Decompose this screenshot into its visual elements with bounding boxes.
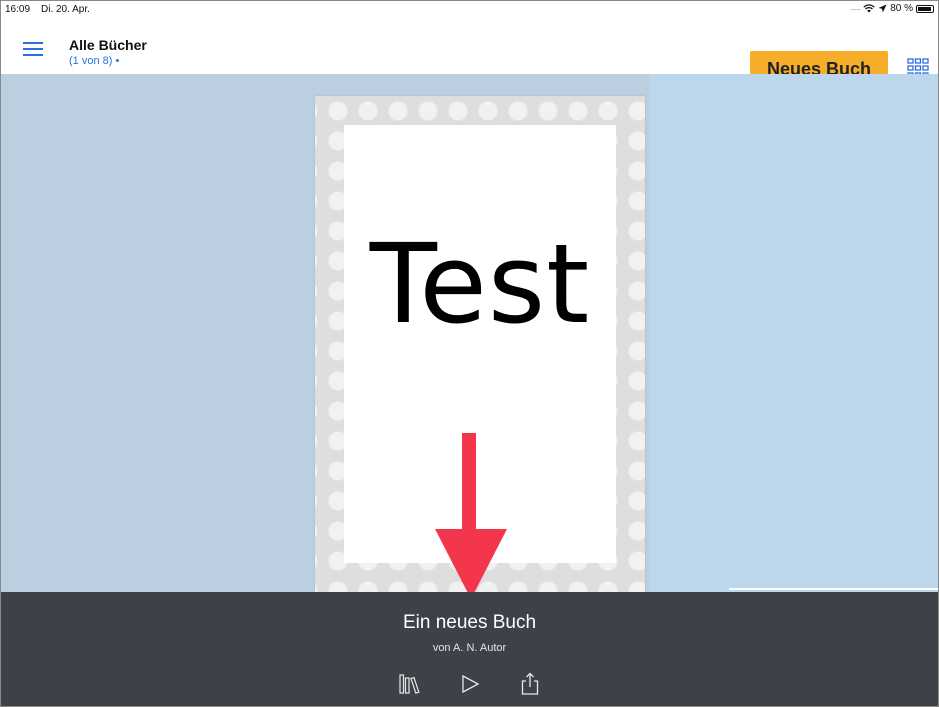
status-time: 16:09: [5, 4, 31, 15]
book-details-panel: Ein neues Buch von A. N. Autor: [1, 592, 938, 706]
status-bar: 16:09 Di. 20. Apr. ····· 80 %: [1, 1, 938, 19]
book-author: von A. N. Autor: [432, 642, 507, 654]
battery-icon: [916, 4, 934, 13]
nav-bar: Alle Bücher (1 von 8) • Neues Buch: [1, 19, 938, 88]
wifi-icon: [863, 4, 875, 13]
book-count-subtitle[interactable]: (1 von 8) •: [69, 55, 119, 67]
annotation-arrow: [435, 433, 507, 599]
share-icon[interactable]: [518, 672, 542, 696]
signal-dots-icon: ·····: [850, 3, 861, 14]
book-cover-title: Test: [369, 220, 591, 348]
status-indicators: ····· 80 %: [850, 3, 934, 14]
book-title: Ein neues Buch: [402, 612, 537, 633]
location-icon: [878, 4, 887, 13]
battery-percent: 80 %: [890, 3, 913, 14]
divider: [729, 588, 938, 590]
library-icon[interactable]: [398, 672, 422, 696]
hamburger-menu-icon[interactable]: [23, 42, 43, 56]
book-actions: [1, 672, 938, 696]
app-window: 16:09 Di. 20. Apr. ····· 80 % Alle Büche…: [0, 0, 939, 707]
status-date: Di. 20. Apr.: [41, 4, 90, 15]
page-title: Alle Bücher: [69, 37, 147, 53]
next-book-preview[interactable]: [649, 74, 938, 592]
play-icon[interactable]: [458, 672, 482, 696]
